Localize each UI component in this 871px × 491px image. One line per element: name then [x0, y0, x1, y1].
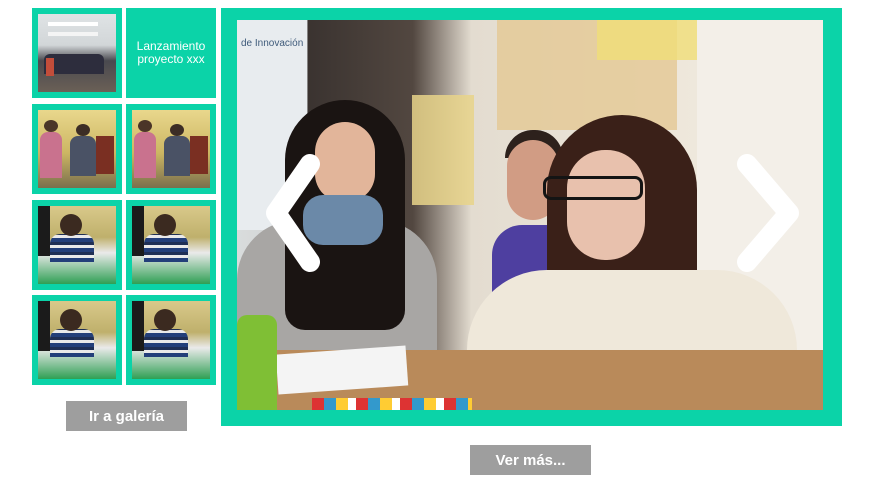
- thumbnail-caption: Lanzamiento proyecto xxx: [136, 39, 206, 66]
- thumbnail-image: [132, 110, 210, 188]
- thumbnail-image: [38, 110, 116, 188]
- chevron-left-icon[interactable]: [262, 150, 324, 276]
- thumbnail-image: [132, 206, 210, 284]
- thumbnail-image: [38, 206, 116, 284]
- thumbnail-board-1[interactable]: [32, 104, 122, 194]
- thumbnail-writing-2[interactable]: [126, 200, 216, 290]
- thumbnail-caption-tile[interactable]: Lanzamiento proyecto xxx: [126, 8, 216, 98]
- thumbnail-classroom[interactable]: [32, 8, 122, 98]
- thumbnail-image: [38, 301, 116, 379]
- thumbnail-writing-1[interactable]: [32, 200, 122, 290]
- see-more-button[interactable]: Ver más...: [470, 445, 591, 475]
- go-to-gallery-button[interactable]: Ir a galería: [66, 401, 187, 431]
- thumbnail-writing-4[interactable]: [126, 295, 216, 385]
- thumbnail-image: [132, 301, 210, 379]
- thumbnail-image: [38, 14, 116, 92]
- thumbnail-writing-3[interactable]: [32, 295, 122, 385]
- thumbnail-board-2[interactable]: [126, 104, 216, 194]
- chevron-right-icon[interactable]: [733, 150, 803, 276]
- poster-text: de Innovación: [241, 38, 304, 49]
